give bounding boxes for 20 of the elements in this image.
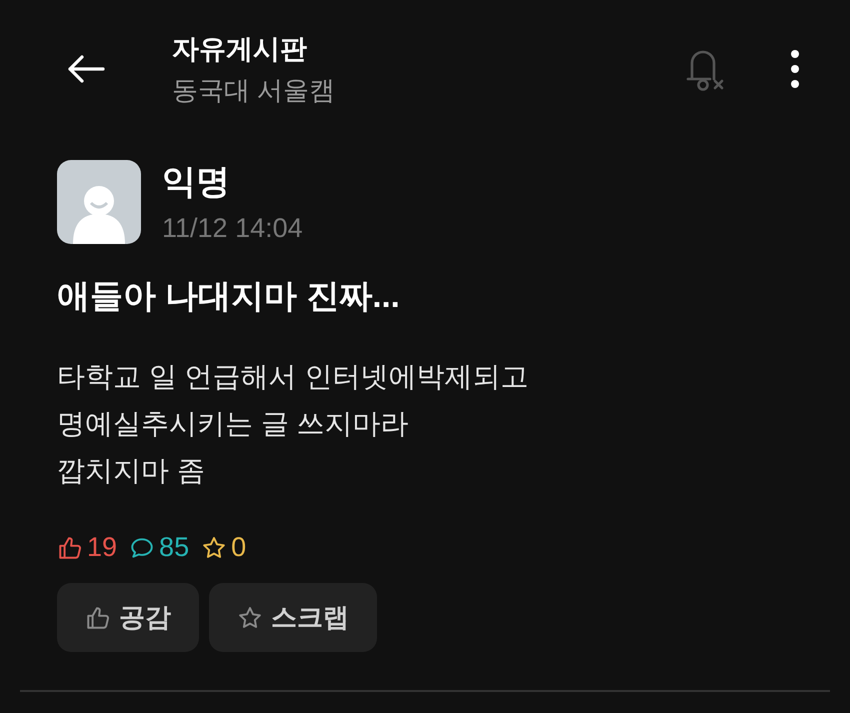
post-text: 타학교 일 언급해서 인터넷에박제되고 xyxy=(57,360,530,394)
author-name: 익명 xyxy=(162,162,231,203)
stat-count: 19 xyxy=(87,532,118,563)
like-icon xyxy=(85,604,111,630)
like-button[interactable]: 공감 xyxy=(57,583,199,652)
scrap-icon xyxy=(201,534,228,560)
post-text: 명예실추시키는 글 쓰지마라 xyxy=(57,407,410,441)
scrap-button[interactable]: 스크랩 xyxy=(209,583,377,652)
post-text: 깝치지마 좀 xyxy=(57,454,206,488)
avatar-icon xyxy=(57,160,141,244)
school-name: 동국대 서울캠 xyxy=(172,74,336,106)
like-icon xyxy=(57,534,83,560)
board-title: 자유게시판 xyxy=(172,32,308,66)
stat-count: 0 xyxy=(231,532,246,563)
more-icon[interactable] xyxy=(790,49,800,89)
scrap-icon xyxy=(237,604,263,630)
post-time: 11/12 14:04 xyxy=(162,213,303,244)
stat-count: 85 xyxy=(159,532,190,563)
back-arrow-icon[interactable] xyxy=(66,53,106,85)
post-title: 애들아 나대지마 진짜... xyxy=(57,276,401,316)
